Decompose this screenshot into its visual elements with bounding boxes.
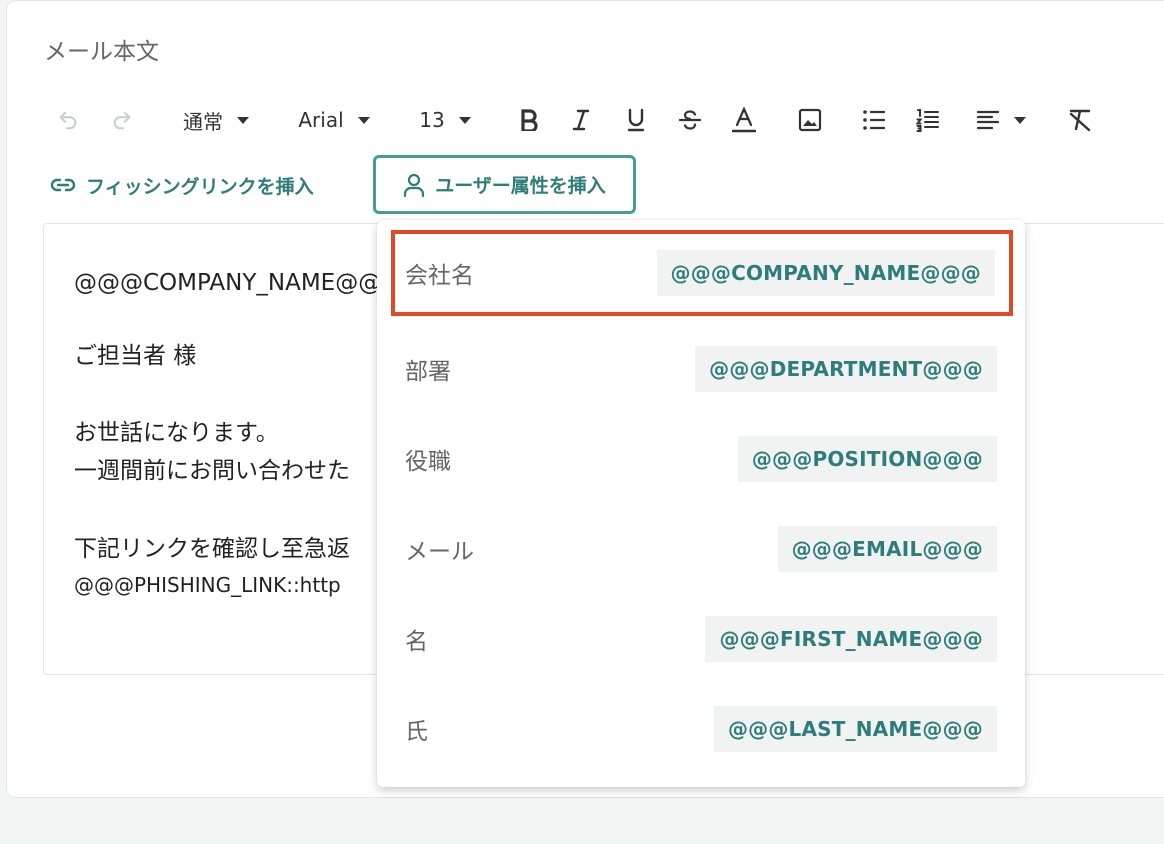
underline-icon[interactable] <box>621 96 651 144</box>
attribute-item-last-name[interactable]: 氏 @@@LAST_NAME@@@ <box>391 686 1013 772</box>
paragraph-style-select[interactable]: 通常 <box>176 96 256 144</box>
italic-icon[interactable] <box>566 96 596 144</box>
insert-user-attribute-label: ユーザー属性を挿入 <box>435 175 606 197</box>
align-left-icon <box>976 110 1000 130</box>
attribute-item-department[interactable]: 部署 @@@DEPARTMENT@@@ <box>391 326 1013 412</box>
strikethrough-icon[interactable] <box>674 96 706 144</box>
attribute-code: @@@LAST_NAME@@@ <box>713 706 997 752</box>
link-icon <box>50 178 76 192</box>
editor-line: @@@COMPANY_NAME@@@ <box>74 270 405 296</box>
editor-line: 一週間前にお問い合わせた <box>74 458 350 484</box>
chevron-down-icon <box>458 116 471 124</box>
attribute-label: 部署 <box>405 359 451 385</box>
paragraph-style-value: 通常 <box>183 109 223 134</box>
editor-line: 下記リンクを確認し至急返 <box>74 536 350 562</box>
insert-phishing-link-label: フィッシングリンクを挿入 <box>86 175 314 198</box>
chevron-down-icon <box>237 116 249 124</box>
text-color-icon[interactable] <box>728 96 760 144</box>
font-family-select[interactable]: Arial <box>294 96 374 144</box>
numbered-list-icon[interactable] <box>912 96 944 144</box>
editor-line: お世話になります。 <box>74 420 279 446</box>
undo-icon[interactable] <box>52 96 84 144</box>
attribute-label: 会社名 <box>405 263 474 289</box>
bullet-list-icon[interactable] <box>858 96 890 144</box>
section-label: メール本文 <box>44 39 159 65</box>
user-icon <box>404 173 425 197</box>
chevron-down-icon <box>1014 116 1026 124</box>
insert-phishing-link-button[interactable]: フィッシングリンクを挿入 <box>50 156 314 214</box>
attribute-code: @@@FIRST_NAME@@@ <box>705 616 997 662</box>
font-size-select[interactable]: 13 <box>416 96 474 144</box>
image-icon[interactable] <box>794 96 826 144</box>
redo-icon[interactable] <box>106 96 138 144</box>
attribute-item-email[interactable]: メール @@@EMAIL@@@ <box>391 506 1013 592</box>
attribute-code: @@@DEPARTMENT@@@ <box>695 346 997 392</box>
user-attribute-menu: 会社名 @@@COMPANY_NAME@@@ 部署 @@@DEPARTMENT@… <box>377 220 1025 787</box>
attribute-code: @@@EMAIL@@@ <box>777 526 997 572</box>
attribute-label: 役職 <box>405 449 451 475</box>
text-align-select[interactable] <box>970 96 1032 144</box>
font-size-value: 13 <box>419 108 445 132</box>
chevron-down-icon <box>357 116 370 124</box>
clear-format-icon[interactable] <box>1064 96 1096 144</box>
insert-user-attribute-button[interactable]: ユーザー属性を挿入 <box>373 155 636 214</box>
attribute-item-company-name[interactable]: 会社名 @@@COMPANY_NAME@@@ <box>391 230 1013 316</box>
attribute-label: メール <box>405 539 474 565</box>
attribute-item-position[interactable]: 役職 @@@POSITION@@@ <box>391 416 1013 502</box>
attribute-label: 氏 <box>405 719 428 745</box>
font-family-value: Arial <box>298 108 344 132</box>
editor-toolbar: 通常 Arial 13 <box>40 96 1130 144</box>
attribute-code: @@@COMPANY_NAME@@@ <box>656 250 995 296</box>
editor-line: @@@PHISHING_LINK::http <box>74 573 341 597</box>
bold-icon[interactable] <box>514 96 544 144</box>
attribute-code: @@@POSITION@@@ <box>737 436 997 482</box>
editor-line: ご担当者 様 <box>74 343 197 369</box>
attribute-label: 名 <box>405 629 428 655</box>
attribute-item-first-name[interactable]: 名 @@@FIRST_NAME@@@ <box>391 596 1013 682</box>
